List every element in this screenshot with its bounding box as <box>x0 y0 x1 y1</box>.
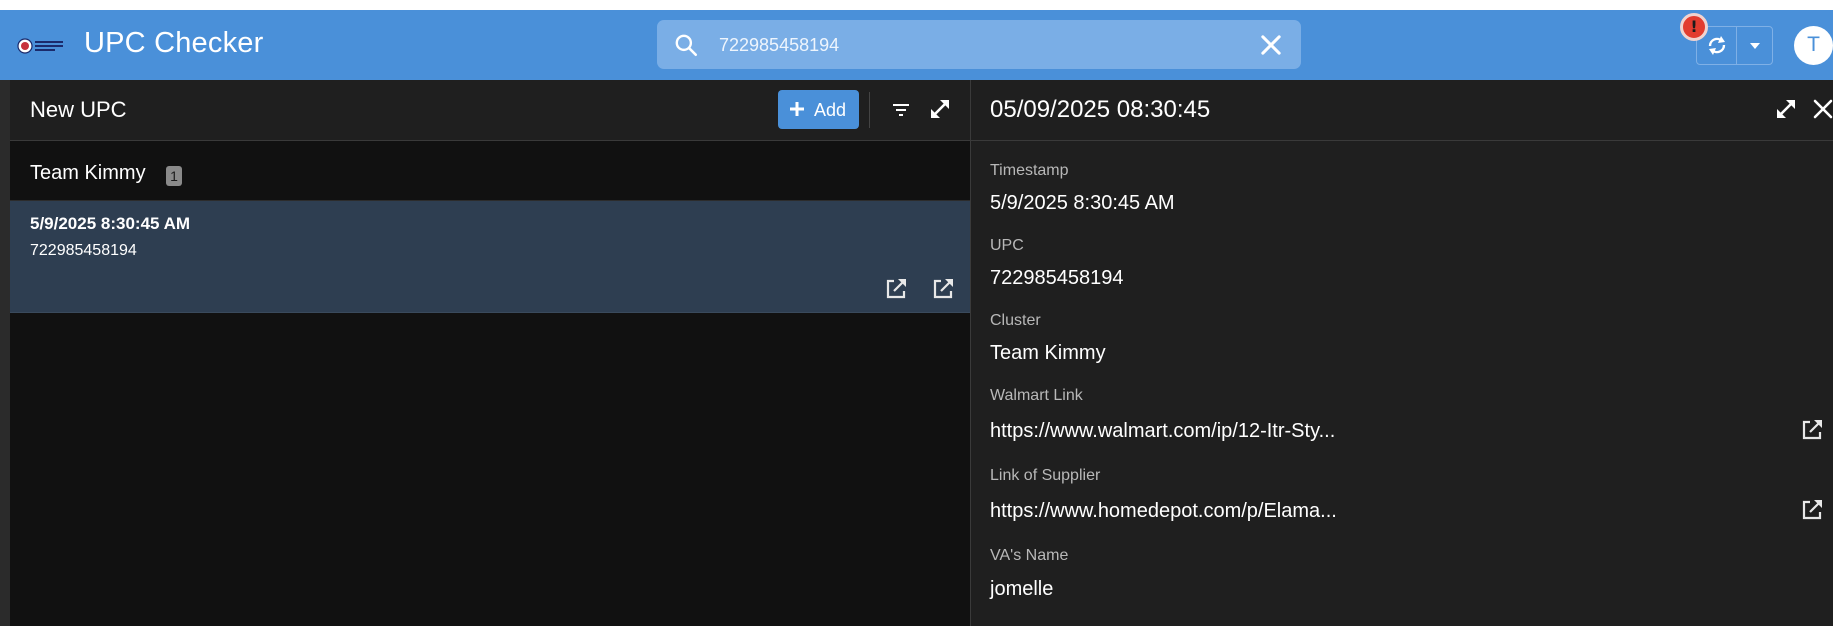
timestamp-label: Timestamp <box>990 162 1069 179</box>
detail-panel: 05/09/2025 08:30:45 Timestamp 5/9/2025 8… <box>970 80 1833 626</box>
supplier-link-label: Link of Supplier <box>990 467 1101 484</box>
group-count-badge: 1 <box>166 166 182 186</box>
add-button-label: Add <box>814 100 847 120</box>
cluster-value: Team Kimmy <box>990 342 1106 364</box>
walmart-link-label: Walmart Link <box>990 387 1083 404</box>
sync-button-group <box>1696 26 1773 65</box>
header-divider <box>869 92 870 128</box>
chevron-down-icon[interactable] <box>1737 27 1773 64</box>
list-panel-header: New UPC Add <box>10 80 970 141</box>
upc-label: UPC <box>990 237 1024 254</box>
alert-icon: ! <box>1690 17 1698 36</box>
expand-icon[interactable] <box>1773 96 1799 122</box>
close-icon[interactable] <box>1810 96 1833 122</box>
list-item[interactable]: 5/9/2025 8:30:45 AM 722985458194 <box>10 201 970 313</box>
va-name-label: VA's Name <box>990 547 1069 564</box>
external-link-icon[interactable] <box>1799 417 1825 443</box>
app-bar: UPC Checker ! T <box>0 10 1833 80</box>
clear-search-icon[interactable] <box>1257 31 1285 59</box>
detail-panel-title: 05/09/2025 08:30:45 <box>990 96 1211 123</box>
timestamp-value: 5/9/2025 8:30:45 AM <box>990 192 1175 214</box>
search-icon <box>675 34 698 57</box>
alert-badge[interactable]: ! <box>1680 13 1708 41</box>
add-button[interactable]: Add <box>778 90 859 129</box>
cluster-label: Cluster <box>990 312 1041 329</box>
expand-icon[interactable] <box>927 96 953 122</box>
list-item-timestamp: 5/9/2025 8:30:45 AM <box>30 214 191 233</box>
group-title: Team Kimmy <box>30 162 146 184</box>
company-logo-icon <box>17 38 63 54</box>
search-input[interactable] <box>719 32 1219 58</box>
upc-value: 722985458194 <box>990 267 1124 289</box>
list-panel-title: New UPC <box>30 97 127 122</box>
left-scroll-strip <box>0 80 10 626</box>
external-link-icon[interactable] <box>1799 497 1825 523</box>
search-bar <box>657 20 1301 69</box>
external-link-icon[interactable] <box>883 276 909 302</box>
walmart-link[interactable]: https://www.walmart.com/ip/12-Itr-Sty... <box>990 420 1335 443</box>
supplier-link[interactable]: https://www.homedepot.com/p/Elama... <box>990 500 1337 523</box>
va-name-value: jomelle <box>990 578 1054 600</box>
top-strip <box>0 0 1833 10</box>
list-item-upc: 722985458194 <box>30 242 137 259</box>
avatar-initial: T <box>1807 33 1820 56</box>
avatar[interactable]: T <box>1794 26 1833 65</box>
filter-icon[interactable] <box>889 98 913 122</box>
cluster-group-row[interactable]: Team Kimmy 1 <box>10 141 970 201</box>
detail-panel-header: 05/09/2025 08:30:45 <box>971 80 1833 141</box>
external-link-icon[interactable] <box>930 276 956 302</box>
app-title: UPC Checker <box>84 27 264 59</box>
plus-icon <box>790 102 804 116</box>
